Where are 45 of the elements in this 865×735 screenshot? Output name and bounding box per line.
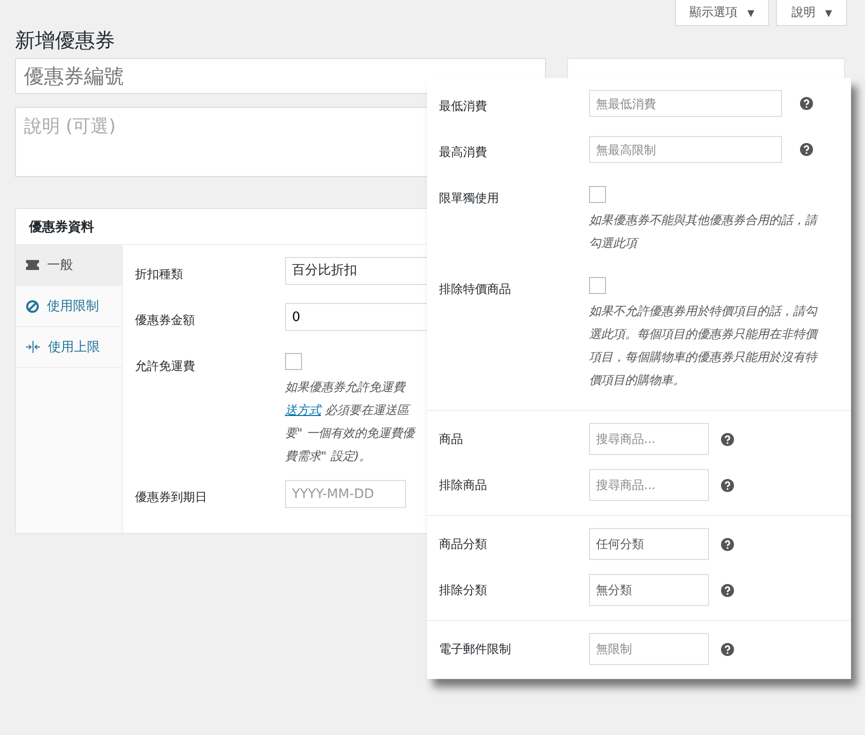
checkbox[interactable] <box>589 186 606 203</box>
input-field[interactable]: 無最高限制 <box>589 136 782 163</box>
field-label: 商品 <box>439 431 464 448</box>
ticket-icon <box>26 260 39 270</box>
input-field[interactable]: 搜尋商品... <box>589 469 709 501</box>
checkbox[interactable] <box>589 277 606 294</box>
field-label: 優惠券金額 <box>135 312 196 329</box>
field-label: 優惠券到期日 <box>135 489 208 506</box>
field-label: 允許免運費 <box>135 358 196 375</box>
field-label: 限單獨使用 <box>439 190 500 207</box>
field-label: 商品分類 <box>439 536 488 553</box>
input-field[interactable]: 任何分類 <box>589 528 709 560</box>
dropdown-button[interactable]: 說明 ▼ <box>776 0 847 26</box>
input-field[interactable]: 無限制 <box>589 633 709 665</box>
help-text: 如果不允許優惠券用於特價項目的話，請勾選此項。每個項目的優惠券只能用在非特價項目，每個購物車的優惠券只能用於沒有特價項目的購物車。 <box>589 303 820 389</box>
field-label: 排除分類 <box>439 582 488 599</box>
input-field[interactable]: 無最低消費 <box>589 90 782 117</box>
help-icon[interactable] <box>721 478 734 492</box>
checkbox[interactable] <box>285 353 302 370</box>
tab[interactable]: 一般 <box>16 245 122 286</box>
help-text: 必須要在運送區 <box>324 403 409 417</box>
field-label: 排除商品 <box>439 477 488 494</box>
coupon-code-field[interactable]: 優惠券編號 <box>15 58 546 94</box>
field-label: 折扣種類 <box>135 266 184 283</box>
help-text: 如果優惠券不能與其他優惠券合用的話，請勾選此項 <box>589 212 820 252</box>
ban-icon <box>26 300 39 312</box>
help-icon[interactable] <box>721 538 734 550</box>
help-icon[interactable] <box>721 584 734 596</box>
input-field[interactable]: YYYY-MM-DD <box>285 480 406 508</box>
input-field[interactable]: 無分類 <box>589 574 709 606</box>
help-icon[interactable] <box>721 642 734 656</box>
page-title: 新增優惠券 <box>15 27 116 54</box>
help-icon[interactable] <box>800 143 813 156</box>
shipping-method-link[interactable]: 送方式 <box>285 403 321 417</box>
help-text: 費需求" 設定)。 <box>285 449 372 463</box>
help-text: 要" 一個有效的免運費優 <box>285 426 414 440</box>
help-icon[interactable] <box>721 432 734 446</box>
field-label: 最高消費 <box>439 144 488 161</box>
field-label: 電子郵件限制 <box>439 641 512 658</box>
arrows-icon <box>26 341 40 353</box>
dropdown-button[interactable]: 顯示選項 ▼ <box>674 0 770 26</box>
input-field[interactable]: 搜尋商品... <box>589 423 709 455</box>
help-text: 如果優惠券允許免運費 <box>285 380 405 394</box>
help-icon[interactable] <box>800 97 813 110</box>
panel-title: 優惠券資料 <box>29 218 94 236</box>
